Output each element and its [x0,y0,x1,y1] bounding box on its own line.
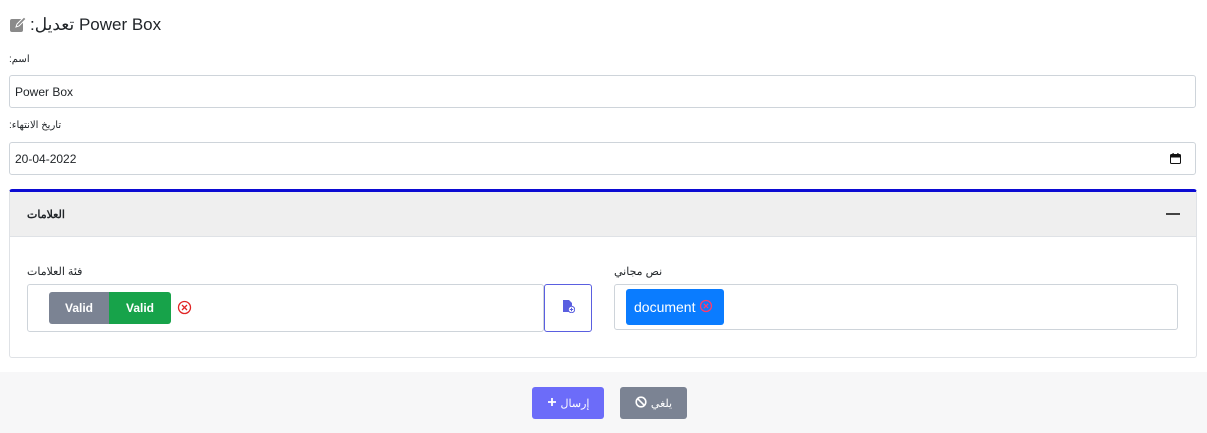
page-header: :تعديل Power Box [9,14,161,36]
remove-tag-icon[interactable] [177,300,192,315]
calendar-icon[interactable] [1170,153,1181,164]
tags-card-title: العلامات [27,208,65,221]
page-title: :تعديل Power Box [30,15,162,34]
name-input[interactable]: Power Box [9,75,1196,108]
edit-icon [9,16,27,34]
tag-pill[interactable]: document [626,289,725,325]
tags-card: العلامات [9,189,1197,358]
tag-pill[interactable]: Valid [49,292,109,324]
send-button-label: إرسال [560,397,590,410]
send-button[interactable]: إرسال [532,387,604,419]
plus-icon [547,397,557,410]
expiry-date-value: 20-04-2022 [15,151,77,166]
tag-category-field[interactable]: Valid Valid [27,284,544,332]
free-text-field[interactable]: document [614,284,1178,330]
tag-pill-label: document [634,299,696,315]
tag-pill[interactable]: Valid [109,292,171,324]
add-tag-button[interactable] [544,284,592,332]
cancel-button-label: يلغي [650,397,673,410]
add-file-icon [561,299,576,318]
ban-icon [635,395,647,411]
expiry-date-label: :تاريخ الانتهاء [9,120,62,131]
form-footer: إرسال يلغي [0,372,1207,433]
name-label: :اسم [9,54,30,65]
cancel-button[interactable]: يلغي [620,387,687,419]
free-text-label: نص مجاني [614,266,663,278]
expiry-date-input[interactable]: 20-04-2022 [9,142,1196,175]
remove-tag-icon[interactable] [699,299,713,316]
tags-card-header: العلامات [10,192,1196,237]
collapse-icon[interactable] [1166,213,1180,215]
tag-category-label: فئة العلامات [27,266,83,278]
